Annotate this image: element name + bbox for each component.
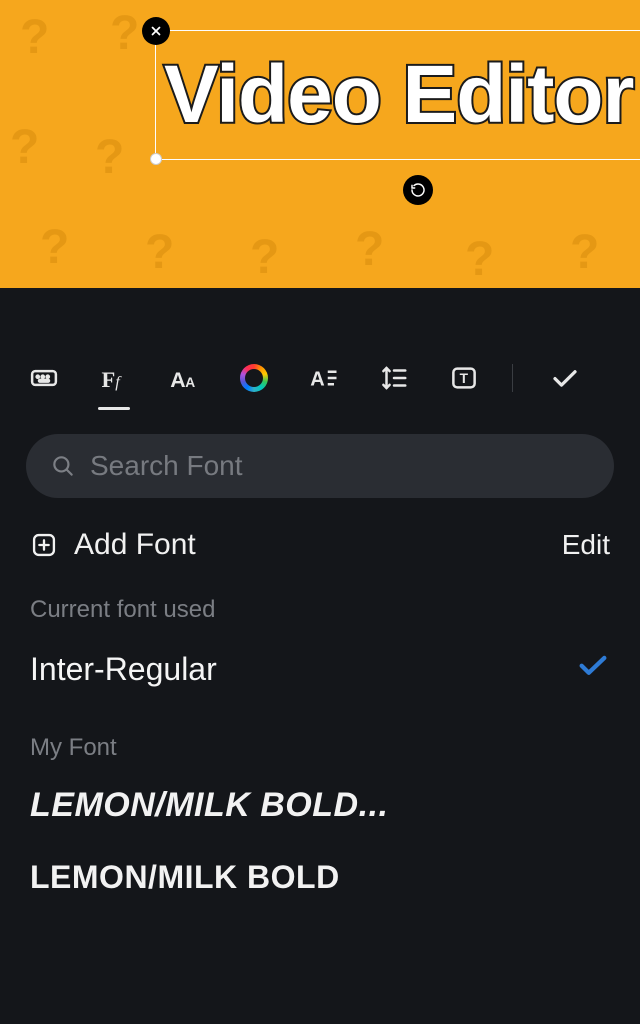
tab-textbox[interactable]: T [446,360,482,396]
font-item-lemonmilk-italic[interactable]: LEMON/MILK BOLD... [0,762,640,825]
section-myfont-label: My Font [30,734,610,762]
section-current-label: Current font used [30,596,610,624]
tab-size[interactable]: AA [166,360,202,396]
font-panel: Ff AA A T [0,288,640,896]
font-name: LEMON/MILK BOLD [30,859,340,895]
svg-text:f: f [115,373,122,391]
svg-text:A: A [310,369,324,391]
add-font-button[interactable]: Add Font [30,528,196,562]
tab-lineheight[interactable] [376,360,412,396]
svg-text:A: A [170,368,185,392]
tab-keyboard[interactable] [26,360,62,396]
svg-text:F: F [102,367,116,392]
text-tool-tabs: Ff AA A T [0,360,640,410]
toolbar-divider [512,364,513,392]
selected-check [576,648,610,690]
font-name: LEMON/MILK BOLD... [30,786,388,824]
tab-color[interactable] [236,360,272,396]
canvas-text[interactable]: Video Editor [164,48,633,142]
font-item-lemonmilk-bold[interactable]: LEMON/MILK BOLD [0,825,640,896]
svg-text:T: T [460,371,469,386]
delete-text-button[interactable] [142,17,170,45]
tab-spacing[interactable]: A [306,360,342,396]
svg-text:A: A [185,375,195,390]
canvas-preview[interactable]: ? ? ? ? ? ? ? ? ? ? Video Editor [0,0,640,288]
search-input[interactable] [90,450,590,482]
search-font-field[interactable] [26,434,614,498]
resize-handle-bl[interactable] [150,153,162,165]
edit-fonts-button[interactable]: Edit [562,529,610,561]
color-wheel-icon [240,364,268,392]
text-selection-box[interactable]: Video Editor [155,30,640,160]
font-name: Inter-Regular [30,651,217,688]
confirm-button[interactable] [547,360,583,396]
tab-font[interactable]: Ff [96,360,132,396]
font-item-current[interactable]: Inter-Regular [0,624,640,700]
rotate-handle[interactable] [403,175,433,205]
add-font-label: Add Font [74,528,196,562]
